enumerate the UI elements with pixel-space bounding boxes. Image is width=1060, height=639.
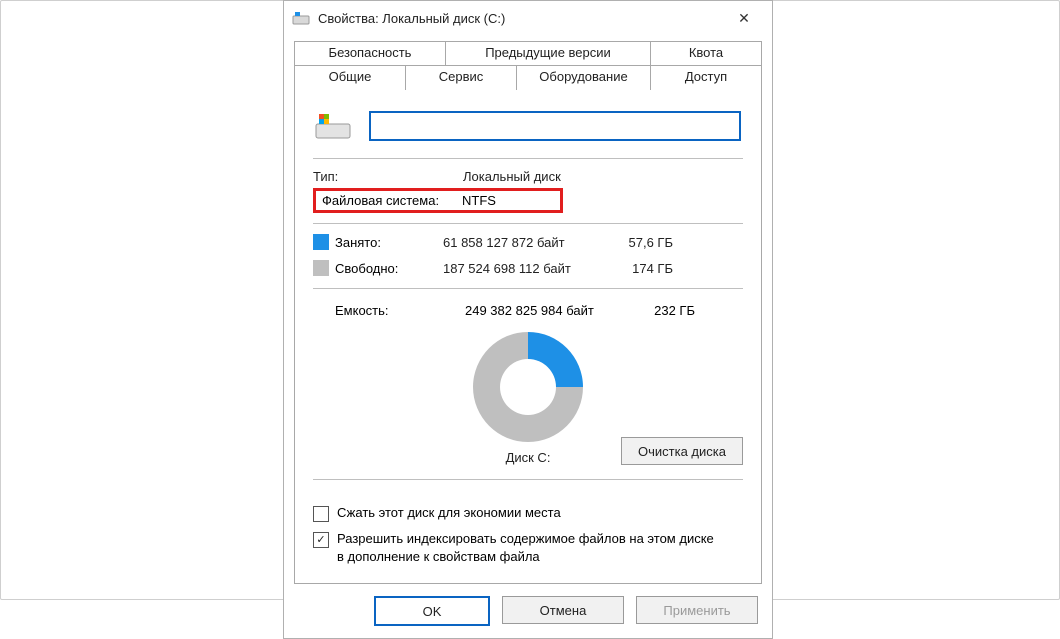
free-gb: 174 ГБ: [593, 261, 673, 276]
filesystem-value: NTFS: [462, 193, 496, 208]
used-label: Занято:: [335, 235, 443, 250]
ok-button[interactable]: OK: [374, 596, 490, 626]
index-label: Разрешить индексировать содержимое файло…: [337, 530, 717, 565]
cancel-button[interactable]: Отмена: [502, 596, 624, 624]
used-bytes: 61 858 127 872 байт: [443, 235, 593, 250]
type-value: Локальный диск: [463, 169, 743, 184]
free-swatch: [313, 260, 329, 276]
properties-dialog: Свойства: Локальный диск (C:) ✕ Безопасн…: [283, 0, 773, 639]
tab-row-bottom: Общие Сервис Оборудование Доступ: [294, 65, 762, 90]
tab-panel-general: Тип: Локальный диск Файловая система: NT…: [294, 89, 762, 584]
capacity-bytes: 249 382 825 984 байт: [465, 303, 615, 318]
tab-general[interactable]: Общие: [294, 65, 406, 90]
tab-security[interactable]: Безопасность: [294, 41, 446, 66]
titlebar[interactable]: Свойства: Локальный диск (C:) ✕: [284, 1, 772, 35]
type-label: Тип:: [313, 169, 463, 184]
compress-label: Сжать этот диск для экономии места: [337, 504, 561, 522]
drive-icon: [292, 9, 310, 27]
divider: [313, 288, 743, 289]
apply-button[interactable]: Применить: [636, 596, 758, 624]
usage-pie-chart: [473, 332, 583, 442]
divider: [313, 479, 743, 480]
used-swatch: [313, 234, 329, 250]
tab-row-top: Безопасность Предыдущие версии Квота: [294, 41, 762, 66]
dialog-button-bar: OK Отмена Применить: [284, 584, 772, 638]
capacity-gb: 232 ГБ: [615, 303, 695, 318]
tab-previous-versions[interactable]: Предыдущие версии: [446, 41, 651, 66]
used-gb: 57,6 ГБ: [593, 235, 673, 250]
capacity-label: Емкость:: [335, 303, 465, 318]
tab-sharing[interactable]: Доступ: [651, 65, 762, 90]
free-bytes: 187 524 698 112 байт: [443, 261, 593, 276]
close-button[interactable]: ✕: [724, 4, 764, 32]
filesystem-highlight: Файловая система: NTFS: [313, 188, 563, 213]
disk-caption: Диск C:: [506, 450, 551, 465]
filesystem-label: Файловая система:: [322, 193, 454, 208]
divider: [313, 158, 743, 159]
drive-name-input[interactable]: [369, 111, 741, 141]
drive-large-icon: [315, 110, 351, 142]
disk-cleanup-button[interactable]: Очистка диска: [621, 437, 743, 465]
tab-hardware[interactable]: Оборудование: [517, 65, 651, 90]
index-checkbox[interactable]: ✓: [313, 532, 329, 548]
compress-checkbox[interactable]: [313, 506, 329, 522]
free-label: Свободно:: [335, 261, 443, 276]
tab-quota[interactable]: Квота: [651, 41, 762, 66]
tab-tools[interactable]: Сервис: [406, 65, 517, 90]
divider: [313, 223, 743, 224]
window-title: Свойства: Локальный диск (C:): [318, 11, 724, 26]
